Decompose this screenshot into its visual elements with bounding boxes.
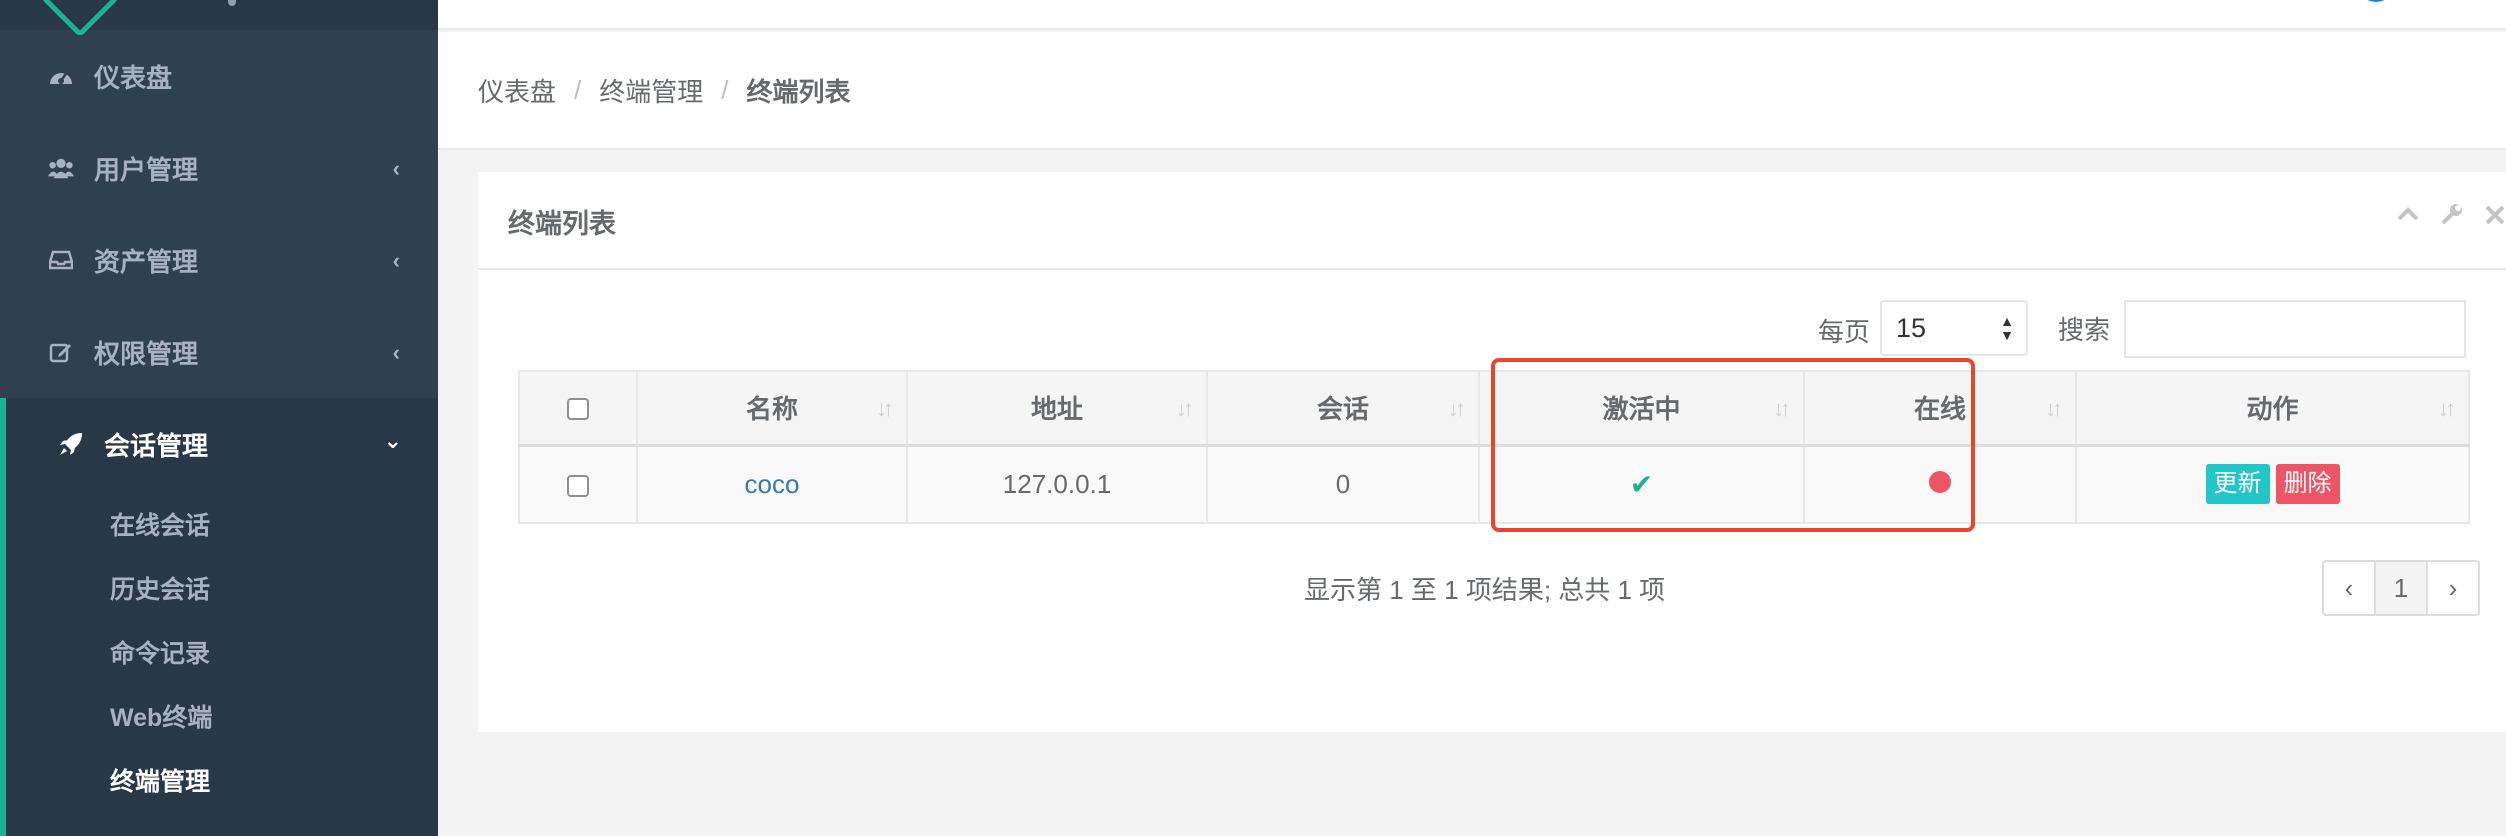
breadcrumb-separator: / <box>721 74 729 105</box>
logo-area <box>0 0 438 38</box>
pagination-page-1[interactable]: 1 <box>2374 562 2428 614</box>
sidebar-subitem-web-terminal[interactable]: Web终端 <box>110 698 212 734</box>
breadcrumb: 仪表盘 / 终端管理 / 终端列表 <box>438 32 2506 150</box>
online-cell <box>1803 444 2077 524</box>
terminal-table: 名称 ↓↑ 地址 ↓↑ 会话 ↓↑ 激活中 ↓↑ 在线 ↓↑ 动作 ↓↑ coco 127.… <box>518 370 2470 524</box>
column-header-address[interactable]: 地址 ↓↑ <box>906 370 1208 447</box>
sidebar-item-label: 权限管理 <box>94 338 199 369</box>
panel-tools <box>2396 202 2506 233</box>
sort-icon: ↓↑ <box>1176 396 1194 421</box>
wrench-icon[interactable] <box>2440 202 2464 233</box>
table-row: coco 127.0.0.1 0 ✔ 更新 删除 <box>518 444 2470 524</box>
column-header-actions[interactable]: 动作 ↓↑ <box>2075 370 2470 447</box>
sessions-cell: 0 <box>1206 444 1480 524</box>
select-all-header <box>518 370 638 447</box>
chevron-left-icon: ‹ <box>392 156 400 181</box>
user-avatar-icon[interactable] <box>2358 0 2394 2</box>
select-arrows-icon: ▲ ▼ <box>2000 313 2014 343</box>
offline-status-icon <box>1929 470 1951 493</box>
sidebar-subitem-terminal-management[interactable]: 终端管理 <box>110 762 210 798</box>
pagination: ‹ 1 › <box>2322 560 2480 616</box>
breadcrumb-dashboard[interactable]: 仪表盘 <box>478 72 556 109</box>
dashboard-icon <box>48 63 74 89</box>
column-header-online[interactable]: 在线 ↓↑ <box>1803 370 2077 447</box>
edit-icon <box>48 339 74 365</box>
search-label: 搜索 <box>2058 315 2111 345</box>
sidebar: 仪表盘 用户管理 ‹ 资产管理 ‹ 权限管理 ‹ 会话管理 ⌄ 在线会话 历史会… <box>0 0 438 836</box>
sidebar-item-users[interactable]: 用户管理 ‹ <box>0 122 438 214</box>
pagination-next[interactable]: › <box>2428 562 2478 614</box>
table-header-row: 名称 ↓↑ 地址 ↓↑ 会话 ↓↑ 激活中 ↓↑ 在线 ↓↑ 动作 ↓↑ <box>518 370 2470 447</box>
per-page-label: 每页 <box>1818 317 1871 347</box>
name-cell: coco <box>636 444 908 524</box>
sidebar-subitem-command-log[interactable]: 命令记录 <box>110 634 210 670</box>
active-cell: ✔ <box>1478 444 1805 524</box>
rocket-icon <box>58 431 84 457</box>
select-all-checkbox[interactable] <box>567 398 589 421</box>
close-icon[interactable] <box>2484 202 2506 233</box>
sort-icon: ↓↑ <box>1448 396 1466 421</box>
sort-icon: ↓↑ <box>2045 396 2063 421</box>
sidebar-item-permissions[interactable]: 权限管理 ‹ <box>0 306 438 398</box>
sidebar-item-label: 仪表盘 <box>94 62 173 93</box>
logo-text-fragment <box>228 0 236 6</box>
row-checkbox[interactable] <box>567 474 589 497</box>
address-cell: 127.0.0.1 <box>906 444 1208 524</box>
sidebar-item-label: 资产管理 <box>94 246 199 277</box>
terminal-name-link[interactable]: coco <box>745 469 800 499</box>
actions-cell: 更新 删除 <box>2075 444 2470 524</box>
terminal-list-panel: 终端列表 每页 15 ▲ ▼ 搜索 名称 ↓↑ 地址 ↓↑ 会话 ↓↑ 激活中 … <box>478 172 2506 732</box>
inbox-icon <box>48 247 74 273</box>
sidebar-item-label: 会话管理 <box>104 430 209 461</box>
row-select-cell <box>518 444 638 524</box>
breadcrumb-separator: / <box>574 74 582 105</box>
per-page-value: 15 <box>1896 312 1927 343</box>
app-root: 仪表盘 用户管理 ‹ 资产管理 ‹ 权限管理 ‹ 会话管理 ⌄ 在线会话 历史会… <box>0 0 2506 836</box>
chevron-down-icon: ⌄ <box>383 428 402 453</box>
check-icon: ✔ <box>1629 468 1654 500</box>
sidebar-subitem-history-sessions[interactable]: 历史会话 <box>110 570 210 606</box>
sidebar-group-sessions: 会话管理 ⌄ 在线会话 历史会话 命令记录 Web终端 终端管理 <box>0 398 438 836</box>
sidebar-item-sessions[interactable]: 会话管理 ⌄ <box>6 398 438 490</box>
sidebar-item-assets[interactable]: 资产管理 ‹ <box>0 214 438 306</box>
search-input[interactable] <box>2124 300 2466 358</box>
sidebar-item-dashboard[interactable]: 仪表盘 <box>0 30 438 122</box>
chevron-left-icon: ‹ <box>392 248 400 273</box>
sidebar-item-label: 用户管理 <box>94 154 199 185</box>
sidebar-subitem-online-sessions[interactable]: 在线会话 <box>110 506 210 542</box>
update-button[interactable]: 更新 <box>2205 464 2270 505</box>
sort-icon: ↓↑ <box>1773 396 1791 421</box>
panel-header: 终端列表 <box>478 172 2506 270</box>
collapse-icon[interactable] <box>2396 202 2420 233</box>
column-header-sessions[interactable]: 会话 ↓↑ <box>1206 370 1480 447</box>
per-page-select[interactable]: 15 ▲ ▼ <box>1880 300 2028 356</box>
delete-button[interactable]: 删除 <box>2275 464 2340 505</box>
panel-title: 终端列表 <box>508 209 616 239</box>
column-header-name[interactable]: 名称 ↓↑ <box>636 370 908 447</box>
pagination-prev[interactable]: ‹ <box>2324 562 2374 614</box>
breadcrumb-terminal-management[interactable]: 终端管理 <box>599 72 703 109</box>
users-icon <box>48 155 74 181</box>
sort-icon: ↓↑ <box>876 396 894 421</box>
chevron-left-icon: ‹ <box>392 340 400 365</box>
table-info: 显示第 1 至 1 项结果; 总共 1 项 <box>1304 575 1666 605</box>
sort-icon: ↓↑ <box>2438 396 2456 421</box>
column-header-active[interactable]: 激活中 ↓↑ <box>1478 370 1805 447</box>
top-navbar <box>438 0 2506 30</box>
breadcrumb-terminal-list: 终端列表 <box>746 76 851 107</box>
